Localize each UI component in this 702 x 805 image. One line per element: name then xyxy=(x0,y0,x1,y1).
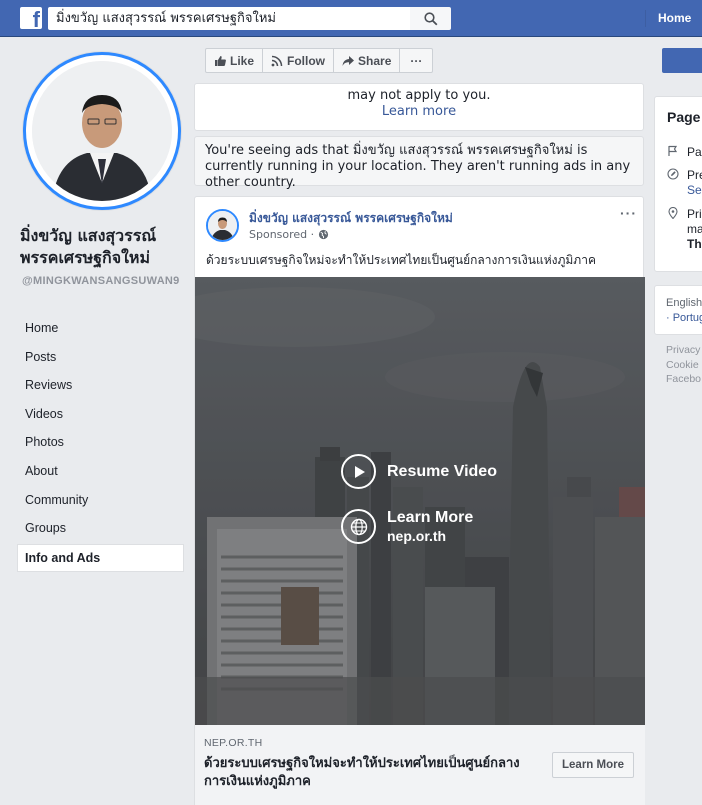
footer-link[interactable]: Facebo xyxy=(666,372,701,387)
nav-item-groups[interactable]: Groups xyxy=(17,515,184,544)
page-info-row-label: Th xyxy=(687,237,702,251)
nav-item-about[interactable]: About xyxy=(17,458,184,487)
nav-item-community[interactable]: Community xyxy=(17,487,184,516)
top-bar: f มิ่งขวัญ แสงสุวรรณ์ พรรคเศรษฐกิจใหม่ H… xyxy=(0,0,702,37)
follow-label: Follow xyxy=(287,53,326,68)
ad-post: มิ่งขวัญ แสงสุวรรณ์ พรรคเศรษฐกิจใหม่ Spo… xyxy=(194,196,645,805)
nav-item-posts[interactable]: Posts xyxy=(17,344,184,373)
post-text: ด้วยระบบเศรษฐกิจใหม่จะทำให้ประเทศไทยเป็น… xyxy=(206,253,596,267)
footer-link[interactable]: Privacy xyxy=(666,343,701,358)
resume-video-control[interactable]: Resume Video xyxy=(341,454,497,489)
language-option[interactable]: · Portug xyxy=(666,311,702,326)
flag-icon xyxy=(668,145,678,156)
page-info-row: PrimaTh xyxy=(667,207,702,252)
page-nav: Home Posts Reviews Videos Photos About C… xyxy=(17,315,184,573)
like-label: Like xyxy=(230,53,255,68)
page-info-title: Page xyxy=(667,109,701,125)
post-author-avatar[interactable] xyxy=(206,209,239,242)
learn-more-link[interactable]: Learn more xyxy=(195,104,643,120)
more-options-button[interactable]: ··· xyxy=(399,48,434,73)
ads-notice-text: may not apply to you. xyxy=(347,88,491,103)
footer-link[interactable]: Cookie xyxy=(666,358,701,373)
page-info-row-label: Pa xyxy=(687,145,702,159)
nav-item-reviews[interactable]: Reviews xyxy=(17,372,184,401)
search-button[interactable] xyxy=(410,7,451,30)
video-learn-more-cta[interactable]: Learn More nep.or.th xyxy=(341,508,473,545)
profile-photo xyxy=(32,61,172,201)
globe-icon xyxy=(319,229,329,240)
language-card: English · Portug xyxy=(654,285,702,335)
search-input[interactable]: มิ่งขวัญ แสงสุวรรณ์ พรรคเศรษฐกิจใหม่ xyxy=(48,7,422,30)
video-learn-more-label: Learn More xyxy=(387,509,474,526)
share-button[interactable]: Share xyxy=(333,48,401,73)
page-info-row: PreSe xyxy=(667,168,702,198)
edit-icon xyxy=(667,168,679,180)
footer-links: Privacy Cookie Facebo xyxy=(666,343,701,387)
video-site-label: nep.or.th xyxy=(387,528,447,544)
page-action-bar: Like Follow Share ··· xyxy=(205,48,434,73)
nav-item-photos[interactable]: Photos xyxy=(17,429,184,458)
page-info-row-label: Pri xyxy=(687,207,702,221)
post-author[interactable]: มิ่งขวัญ แสงสุวรรณ์ พรรคเศรษฐกิจใหม่ xyxy=(249,209,453,228)
learn-more-button[interactable]: Learn More xyxy=(552,752,634,778)
running-ads-notice: You're seeing ads that มิ่งขวัญ แสงสุวรร… xyxy=(194,136,644,190)
page-info-row-label: ma xyxy=(687,222,702,236)
home-link[interactable]: Home xyxy=(658,11,691,25)
play-icon xyxy=(341,454,376,489)
nav-item-info-and-ads[interactable]: Info and Ads xyxy=(17,543,184,573)
link-preview[interactable]: NEP.OR.TH ด้วยระบบเศรษฐกิจใหม่จะทำให้ประ… xyxy=(195,725,645,805)
share-label: Share xyxy=(358,53,392,68)
post-options-button[interactable]: ··· xyxy=(620,205,637,221)
page-info-link[interactable]: Se xyxy=(687,183,702,197)
page-handle[interactable]: @MINGKWANSANGSUWAN9 xyxy=(22,274,188,288)
globe-icon xyxy=(341,509,376,544)
page-info-card: Page Pa PreSe PrimaTh xyxy=(654,96,702,272)
divider xyxy=(645,10,646,27)
link-headline: ด้วยระบบเศรษฐกิจใหม่จะทำให้ประเทศไทยเป็น… xyxy=(204,756,520,789)
facebook-logo-icon[interactable]: f xyxy=(20,7,42,29)
page-info-row-label: Pre xyxy=(687,168,702,182)
page-info-row: Pa xyxy=(667,145,702,160)
video-player[interactable]: Resume Video Learn More nep.or.th xyxy=(195,277,645,725)
page-name[interactable]: มิ่งขวัญ แสงสุวรรณ์ พรรคเศรษฐกิจใหม่ xyxy=(20,225,190,269)
search-icon xyxy=(423,11,437,25)
video-thumbnail xyxy=(195,277,645,725)
ads-notice-card: may not apply to you. Learn more xyxy=(194,83,644,131)
nav-item-videos[interactable]: Videos xyxy=(17,401,184,430)
share-arrow-icon xyxy=(342,55,355,66)
location-pin-icon xyxy=(668,207,678,219)
resume-video-label: Resume Video xyxy=(387,463,497,480)
rss-icon xyxy=(271,55,283,66)
sponsored-label[interactable]: Sponsored · xyxy=(249,228,314,241)
link-domain: NEP.OR.TH xyxy=(204,737,263,749)
post-meta: Sponsored · xyxy=(249,228,329,241)
like-button[interactable]: Like xyxy=(205,48,264,73)
profile-avatar[interactable] xyxy=(23,52,181,210)
follow-button[interactable]: Follow xyxy=(262,48,335,73)
primary-action-button[interactable] xyxy=(662,48,702,73)
thumbs-up-icon xyxy=(215,55,226,66)
nav-item-home[interactable]: Home xyxy=(17,315,184,344)
language-current: English xyxy=(666,297,702,309)
